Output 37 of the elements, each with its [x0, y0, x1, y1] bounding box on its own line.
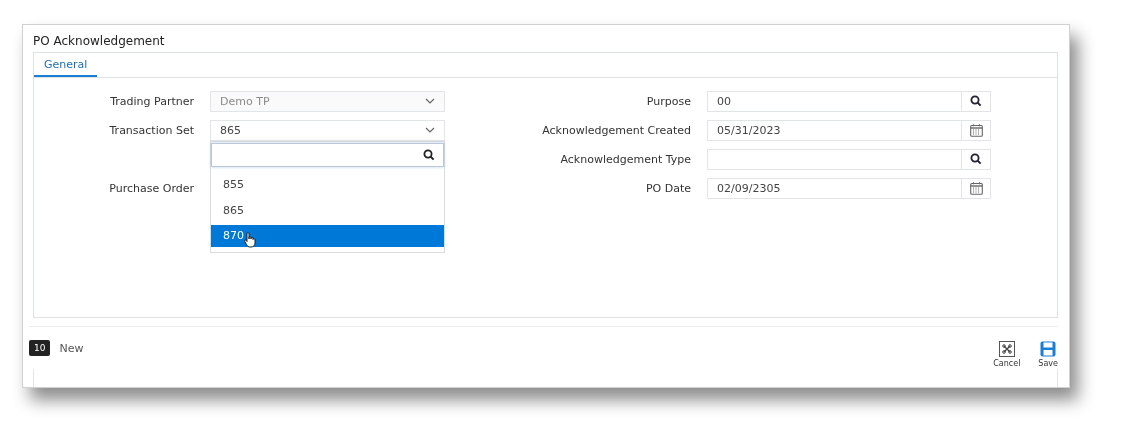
dropdown-option[interactable]: 870 [211, 224, 444, 247]
lookup-field[interactable]: 00 [707, 90, 991, 112]
chevron-down-icon [425, 127, 435, 133]
status-text: New [59, 341, 84, 355]
field-value: 02/09/2305 [717, 181, 781, 195]
field-value: 865 [220, 123, 241, 137]
field-label: PO Date [644, 181, 691, 195]
lookup-field[interactable] [707, 148, 991, 170]
search-icon [423, 148, 435, 161]
field-label: Purchase Order [108, 181, 194, 195]
date-field[interactable]: 02/09/2305 [707, 177, 991, 199]
tab[interactable]: General [34, 53, 98, 77]
search-icon [970, 153, 982, 165]
search-icon [970, 95, 982, 107]
chevron-down-icon [425, 98, 435, 104]
window-title: PO Acknowledgement [33, 33, 166, 50]
field-value: 00 [717, 94, 731, 108]
dropdown-option[interactable]: 865 [211, 197, 444, 224]
cancel-button[interactable]: Cancel [993, 340, 1021, 368]
dropdown-field[interactable]: 865 [210, 119, 445, 141]
save-icon [1040, 340, 1057, 357]
field-value: 05/31/2023 [717, 123, 781, 137]
date-field[interactable]: 05/31/2023 [707, 119, 991, 141]
search-field[interactable] [211, 142, 444, 167]
field-label: Acknowledgement Created [541, 123, 691, 137]
cancel-icon [998, 340, 1015, 357]
dropdown-option[interactable]: 855 [211, 171, 444, 198]
field-label: Purpose [645, 94, 691, 108]
field-label: Acknowledgement Type [559, 152, 691, 166]
calendar-icon [969, 181, 983, 195]
hand-cursor-icon [244, 231, 256, 248]
count-badge: 10 [29, 340, 51, 356]
calendar-icon [969, 123, 983, 137]
field-label: Transaction Set [108, 123, 194, 137]
field-label: Trading Partner [109, 94, 194, 108]
save-button[interactable]: Save [1038, 340, 1058, 368]
field-value: Demo TP [220, 94, 270, 108]
